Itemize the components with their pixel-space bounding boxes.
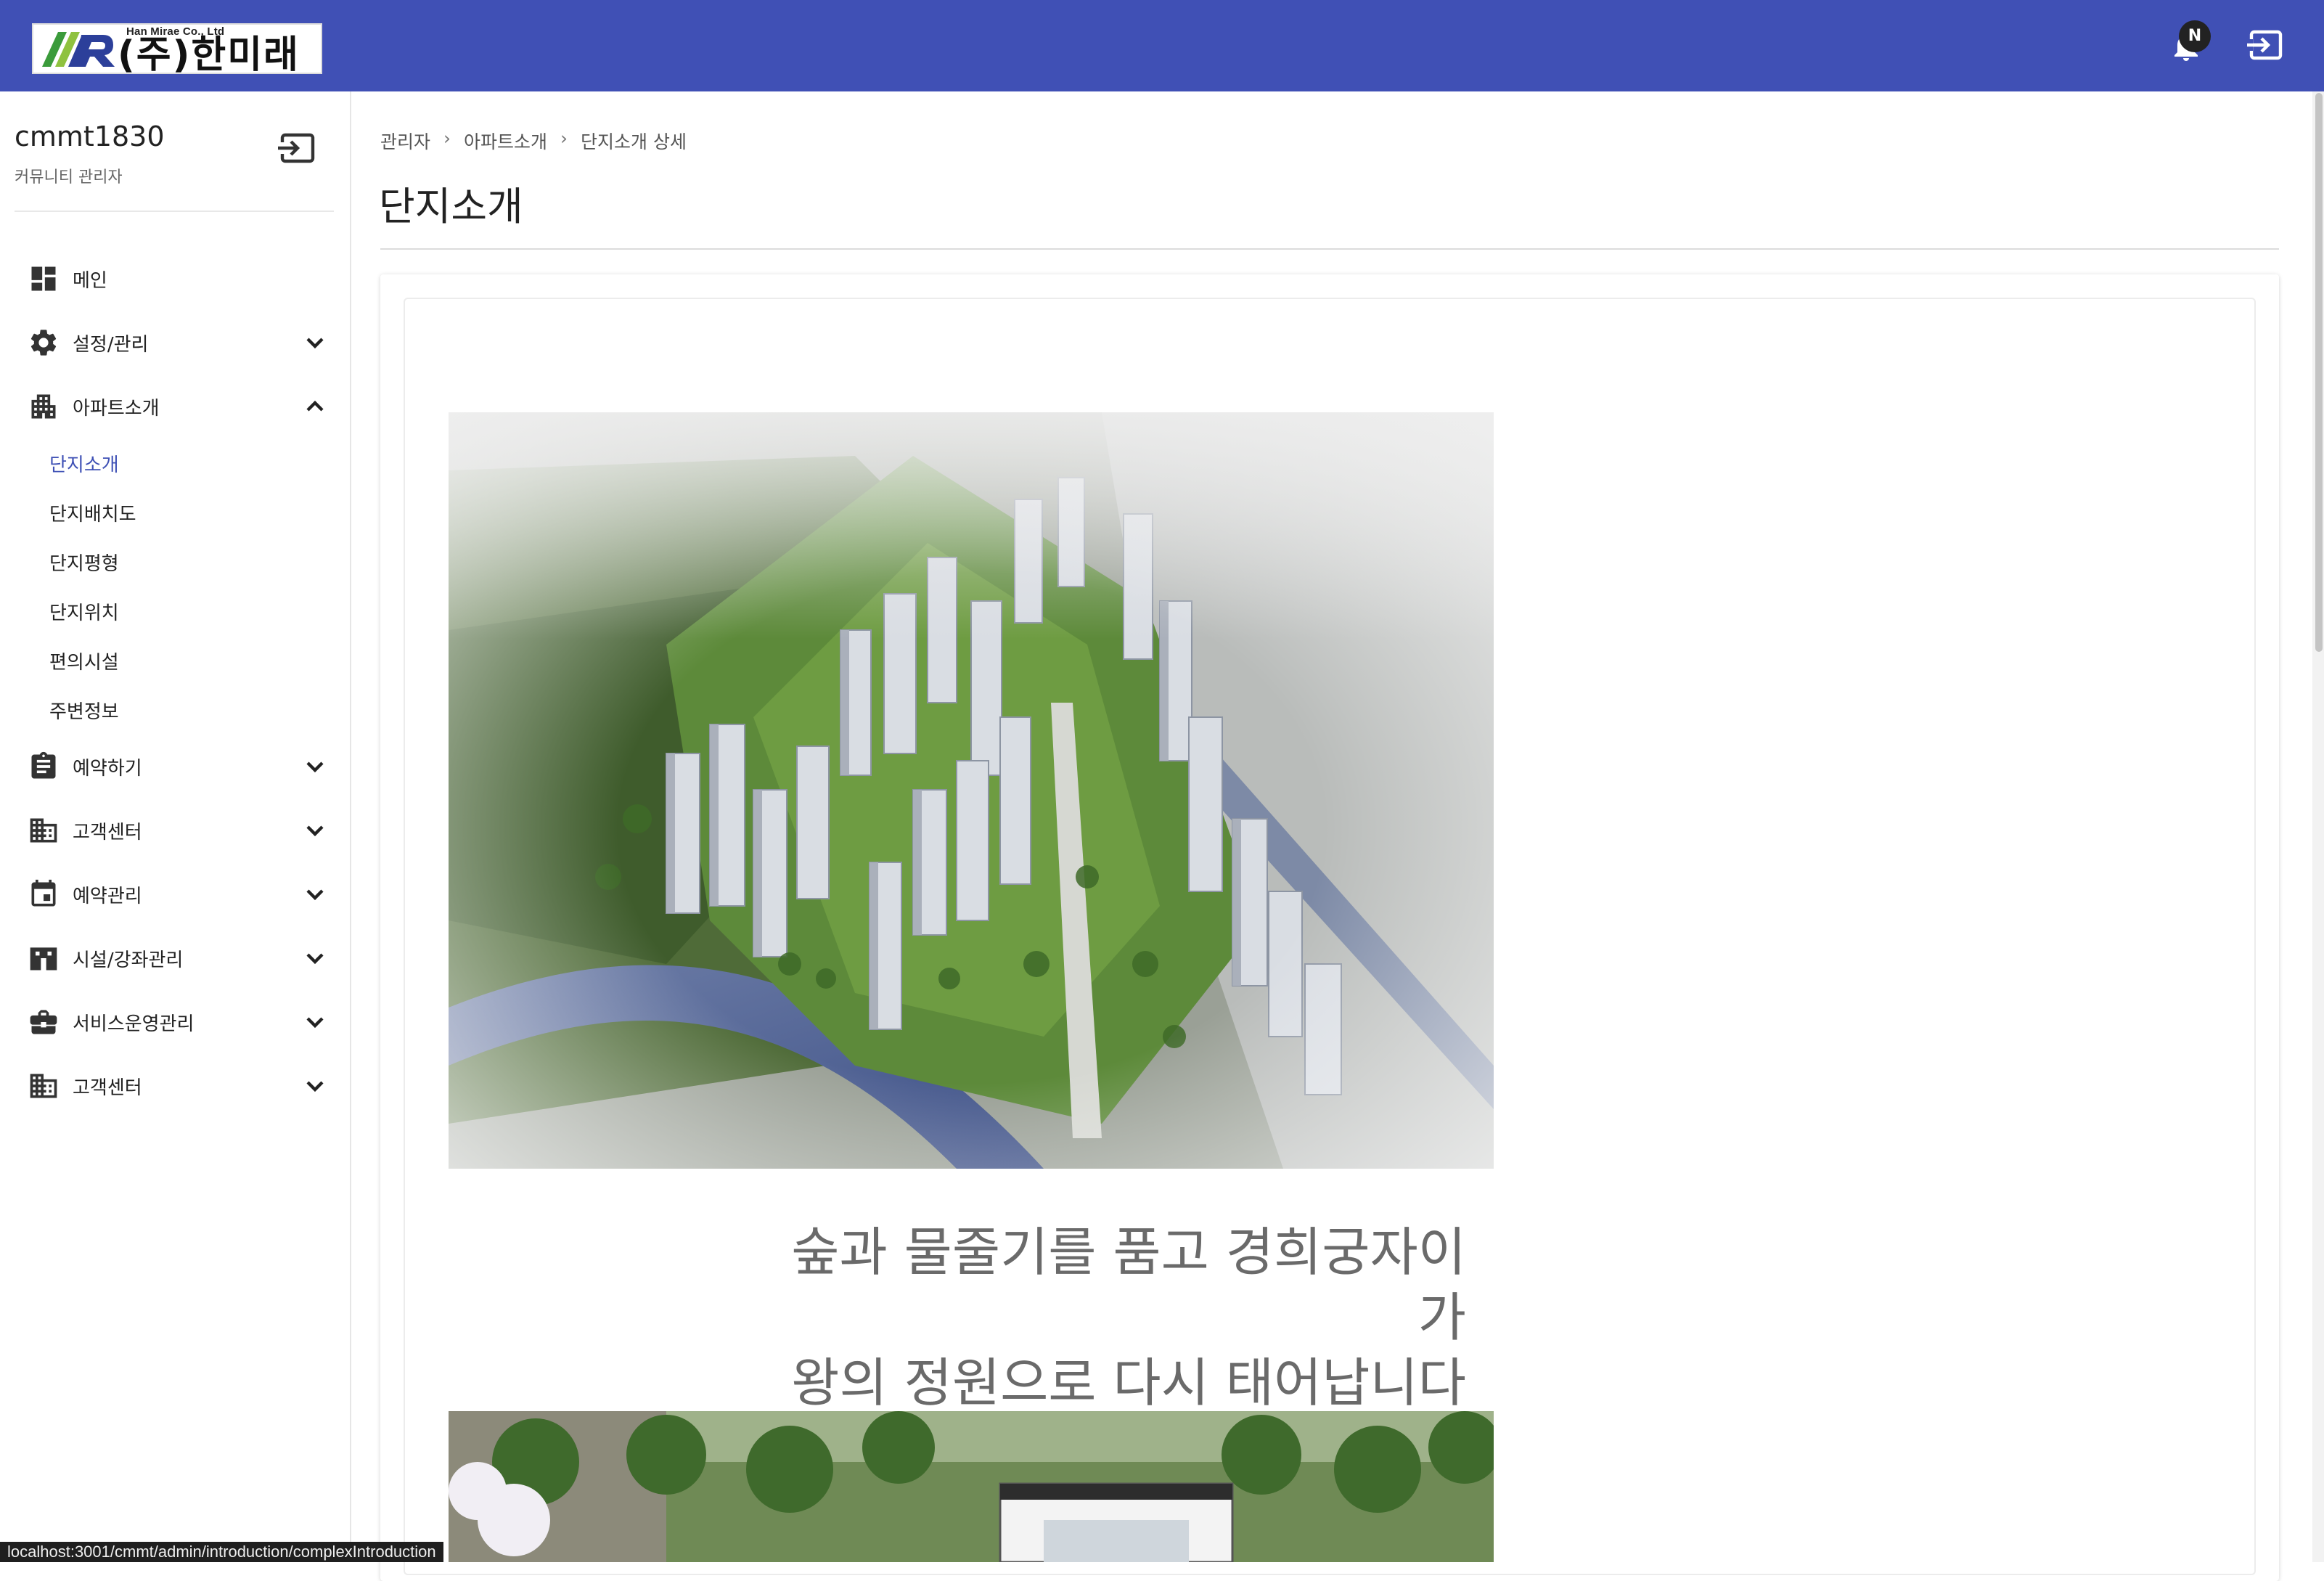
nav-item-service-operation[interactable]: 서비스운영관리 (0, 990, 351, 1054)
chevron-up-icon (306, 400, 324, 412)
user-name: cmmt1830 (15, 120, 165, 152)
dashboard-icon (31, 266, 56, 291)
building-icon (30, 1074, 57, 1098)
nav-item-settings[interactable]: 설정/관리 (0, 311, 351, 375)
nav-label: 설정/관리 (73, 333, 149, 356)
subnav-complex-intro[interactable]: 단지소개 (49, 450, 119, 477)
nav-label: 메인 (73, 269, 107, 292)
nav-label: 고객센터 (73, 1077, 142, 1099)
logo-text: (주)한미래 (118, 33, 300, 77)
nav-item-customer-center[interactable]: 고객센터 (0, 798, 351, 862)
chevron-down-icon (306, 953, 324, 965)
chevron-down-icon (306, 1081, 324, 1092)
subnav-complex-layout[interactable]: 단지배치도 (49, 499, 136, 526)
user-role: 커뮤니티 관리자 (15, 168, 123, 187)
subnav-amenities[interactable]: 편의시설 (49, 647, 119, 674)
breadcrumb-item[interactable]: 아파트소개 (464, 128, 547, 154)
gear-icon (30, 330, 57, 356)
browser-status-url: localhost:3001/cmmt/admin/introduction/c… (0, 1542, 443, 1562)
nav-item-main[interactable]: 메인 (0, 247, 351, 311)
chevron-down-icon (306, 889, 324, 901)
nav-item-reservation[interactable]: 예약하기 (0, 735, 351, 798)
nav-item-customer-center-2[interactable]: 고객센터 (0, 1054, 351, 1118)
nav-item-apartment-intro[interactable]: 아파트소개 (0, 375, 351, 438)
notification-badge: N (2179, 20, 2211, 52)
nav-label: 아파트소개 (73, 397, 160, 420)
nav-label: 예약관리 (73, 885, 142, 907)
logout-icon[interactable] (2247, 28, 2285, 62)
clipboard-icon (31, 751, 56, 779)
nav-item-facility-course[interactable]: 시설/강좌관리 (0, 926, 351, 990)
title-divider (380, 248, 2279, 250)
company-logo[interactable]: Han Mirae Co., Ltd (주)한미래 (32, 23, 322, 74)
sidebar-logout-icon[interactable] (277, 132, 316, 164)
nav-label: 시설/강좌관리 (73, 949, 184, 971)
breadcrumb-item-current: 단지소개 상세 (581, 131, 687, 152)
breadcrumb-item[interactable]: 관리자 (380, 128, 430, 154)
subnav-complex-sizes[interactable]: 단지평형 (49, 549, 119, 576)
nav-label: 서비스운영관리 (73, 1013, 195, 1035)
logo-mark-icon (42, 32, 115, 67)
page-title: 단지소개 (379, 184, 523, 229)
page-scrollbar-thumb[interactable] (2315, 93, 2323, 652)
apartment-icon (31, 394, 56, 419)
chevron-down-icon (306, 825, 324, 837)
nav-item-reservation-management[interactable]: 예약관리 (0, 862, 351, 926)
subnav-complex-location[interactable]: 단지위치 (49, 598, 119, 625)
complex-aerial-image (449, 412, 1494, 1169)
nav-label: 예약하기 (73, 757, 142, 780)
calendar-icon (31, 879, 56, 907)
chevron-down-icon (306, 761, 324, 773)
breadcrumb: 관리자 › 아파트소개 › 단지소개 상세 (380, 128, 687, 154)
breadcrumb-separator: › (443, 128, 451, 149)
subnav-nearby-info[interactable]: 주변정보 (49, 697, 119, 724)
briefcase-icon (30, 1010, 57, 1034)
complex-slogan: 숲과 물줄기를 품고 경희궁자이가 왕의 정원으로 다시 태어납니다 (769, 1220, 1466, 1415)
chevron-down-icon (306, 338, 324, 349)
top-app-bar: Han Mirae Co., Ltd (주)한미래 N (0, 0, 2324, 91)
complex-facility-image (449, 1411, 1494, 1562)
facility-icon (30, 947, 57, 971)
sidebar-divider (15, 211, 334, 212)
nav-label: 고객센터 (73, 821, 142, 843)
slogan-line-2: 왕의 정원으로 다시 태어납니다 (791, 1352, 1466, 1413)
chevron-down-icon (306, 1017, 324, 1029)
breadcrumb-separator: › (560, 128, 568, 149)
building-icon (30, 818, 57, 843)
slogan-line-1: 숲과 물줄기를 품고 경희궁자이가 (791, 1222, 1466, 1348)
